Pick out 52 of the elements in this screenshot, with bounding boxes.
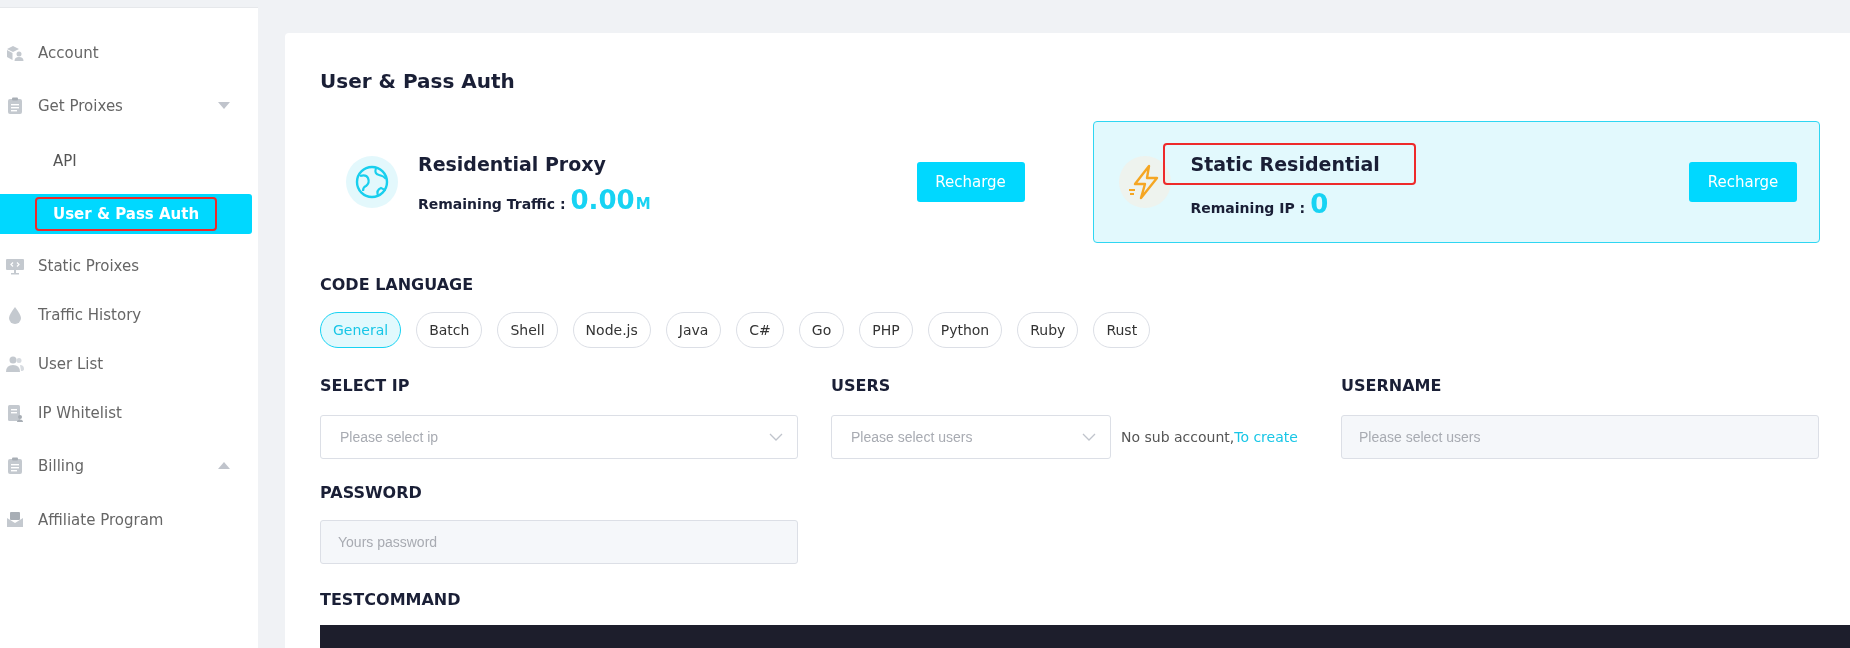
section-label: TESTCOMMAND <box>320 590 462 609</box>
sidebar-group[interactable]: Get Proixes <box>0 83 258 129</box>
ip-input[interactable]: Please select ip <box>338 428 769 446</box>
field-label: SELECT IP <box>320 376 411 395</box>
sidebar-item[interactable]: Traffic History <box>0 296 258 334</box>
metric-value: 0 <box>1310 189 1329 219</box>
product-card[interactable]: Residential Proxy Remaining Traffic : 0.00M Recharge <box>320 121 1048 243</box>
field-label: USERNAME <box>1341 376 1443 395</box>
sidebar-label: Static Proixes <box>38 257 141 275</box>
sidebar-item[interactable]: IP Whitelist <box>0 394 258 432</box>
language-tab[interactable]: Node.js <box>572 312 651 348</box>
username-field[interactable]: Please select users <box>1341 415 1819 459</box>
language-tab[interactable]: C# <box>736 312 784 348</box>
sidebar-subitem[interactable]: API <box>0 141 252 181</box>
product-title: Residential Proxy <box>418 152 607 177</box>
metric-label: Remaining IP : <box>1190 200 1306 216</box>
password-field[interactable]: Yours password <box>320 520 798 564</box>
sidebar-item[interactable]: Static Proixes <box>0 247 258 285</box>
metric-value: 0.00 <box>570 185 635 215</box>
language-tab[interactable]: Batch <box>416 312 483 348</box>
sidebar-label: User List <box>38 355 105 373</box>
product-card[interactable]: Static Residential Remaining IP : 0 Recharge <box>1092 121 1820 243</box>
sidebar-label: Billing <box>38 457 85 475</box>
field-label: PASSWORD <box>320 483 423 502</box>
sidebar-label: API <box>53 151 78 172</box>
sidebar-group[interactable]: Billing <box>0 443 258 489</box>
product-title: Static Residential <box>1164 145 1414 183</box>
users-input[interactable]: Please select users <box>849 428 1082 446</box>
metric-label: Remaining Traffic : <box>418 196 566 212</box>
field-label: USERS <box>831 376 892 395</box>
language-tab[interactable]: Go <box>798 312 845 348</box>
sidebar-item[interactable]: Affiliate Program <box>0 501 258 539</box>
sidebar-label: User & Pass Auth <box>37 199 216 229</box>
no-account-note: No sub account,To create <box>1121 429 1298 445</box>
sidebar-label: Account <box>38 44 100 62</box>
users-select[interactable]: Please select users <box>831 415 1111 459</box>
sidebar-item[interactable]: User List <box>0 345 258 383</box>
language-tab[interactable]: Shell <box>497 312 558 348</box>
sidebar-label: Traffic History <box>38 306 143 324</box>
sidebar-label: Get Proixes <box>38 97 124 115</box>
language-tab[interactable]: PHP <box>859 312 913 348</box>
sidebar-label: IP Whitelist <box>38 404 123 422</box>
language-tab[interactable]: Rust <box>1093 312 1151 348</box>
metric-unit: M <box>635 195 651 213</box>
language-tab[interactable]: Python <box>927 312 1003 348</box>
sidebar-label: Affiliate Program <box>38 511 165 529</box>
page-title: User & Pass Auth <box>320 69 516 93</box>
sidebar-item[interactable]: Account <box>0 34 258 72</box>
language-tab[interactable]: Java <box>665 312 722 348</box>
ip-select[interactable]: Please select ip <box>320 415 798 459</box>
language-tab[interactable]: Ruby <box>1017 312 1079 348</box>
section-label: CODE LANGUAGE <box>320 275 475 294</box>
